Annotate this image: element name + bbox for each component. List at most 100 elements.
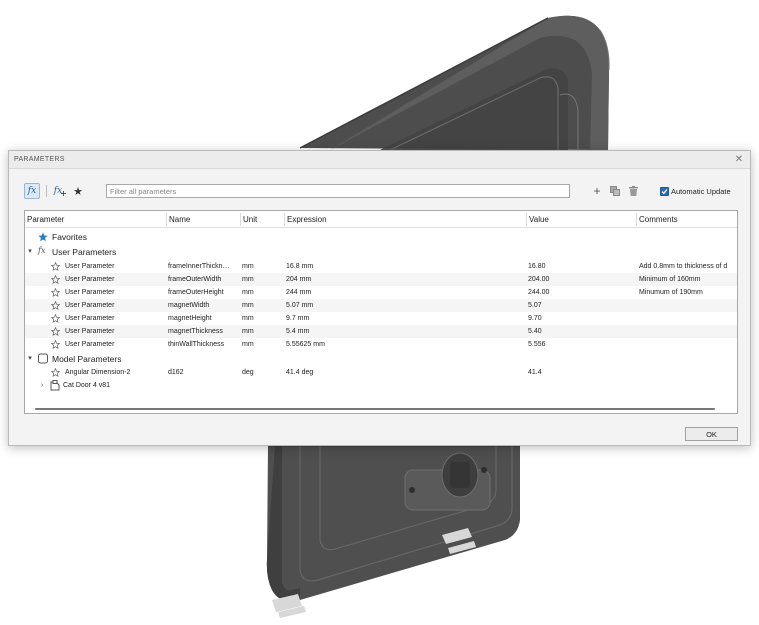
star-outline-icon[interactable] [51,368,60,377]
cell-name[interactable]: frameOuterHeight [168,286,239,299]
chevron-down-icon[interactable]: ▾ [26,245,34,258]
cell-value: 5.07 [528,302,542,309]
cell-parameter: User Parameter [65,341,115,348]
column-header-parameter[interactable]: Parameter [25,211,165,228]
automatic-update-checkbox[interactable] [660,186,669,196]
checkmark-icon [661,188,668,194]
component-row[interactable]: › Cat Door 4 v81 [25,379,737,392]
cell-unit: mm [242,263,254,270]
fx-icon[interactable]: fx [24,183,40,199]
cell-comment[interactable]: Minumum of 190mm [639,286,737,299]
cell-expression[interactable]: 244 mm [286,286,524,299]
favorite-star-icon [38,232,48,242]
cell-value: 204.00 [528,276,550,283]
cell-parameter: User Parameter [65,289,115,296]
group-user-parameters[interactable]: ▾ fx User Parameters [25,245,737,258]
group-label: User Parameters [52,247,117,257]
group-model-parameters[interactable]: ▾ Model Parameters [25,352,737,365]
copy-icon[interactable] [607,183,623,199]
cell-comment[interactable] [639,366,737,379]
cell-name[interactable]: magnetThickness [168,325,239,338]
cell-expression[interactable]: 9.7 mm [286,312,524,325]
table-row[interactable]: User Parameter frameOuterHeight mm 244 mm 24… [25,286,737,299]
component-label: Cat Door 4 v81 [63,382,111,389]
dialog-titlebar[interactable]: PARAMETERS ✕ [9,151,750,169]
fx-add-icon[interactable]: fx [52,183,68,199]
cell-value: 5.556 [528,341,546,348]
group-favorites[interactable]: Favorites [25,230,737,243]
cell-parameter: Angular Dimension-2 [65,369,131,376]
cell-parameter: User Parameter [65,302,115,309]
cell-expression[interactable]: 41.4 deg [286,366,524,379]
plus-icon[interactable]: + [589,183,605,199]
cell-comment[interactable]: Minimum of 160mm [639,273,737,286]
column-header-unit[interactable]: Unit [240,211,283,228]
automatic-update-toggle[interactable]: Automatic Update [660,185,731,197]
dialog-title: PARAMETERS [14,156,65,163]
cell-comment[interactable] [639,299,737,312]
automatic-update-label: Automatic Update [671,186,731,196]
parameters-table[interactable]: Parameter Name Unit Expression Value Com… [24,210,738,414]
cell-name[interactable]: frameInnerThickn… [168,260,239,273]
table-header: Parameter Name Unit Expression Value Com… [25,211,737,228]
column-header-comments[interactable]: Comments [636,211,737,228]
cell-expression[interactable]: 5.4 mm [286,325,524,338]
table-row[interactable]: Angular Dimension-2 d162 deg 41.4 deg 41.4 [25,366,737,379]
star-outline-icon[interactable] [51,275,60,284]
cat-door-model-bottom [266,445,520,602]
cat-door-model-top [299,15,610,151]
cube-icon [38,353,48,364]
star-outline-icon[interactable] [51,340,60,349]
fx-icon: fx [38,246,46,255]
table-row[interactable]: User Parameter frameInnerThickn… mm 16.8 mm… [25,260,737,273]
filter-input[interactable] [106,184,570,198]
horizontal-scrollbar[interactable] [35,408,715,410]
cell-comment[interactable] [639,312,737,325]
table-row[interactable]: User Parameter magnetHeight mm 9.7 mm 9.70 [25,312,737,325]
table-row[interactable]: User Parameter magnetThickness mm 5.4 mm 5.4… [25,325,737,338]
column-header-expression[interactable]: Expression [284,211,525,228]
cell-comment[interactable]: Add 0.8mm to thickness of d [639,260,737,273]
table-row[interactable]: User Parameter frameOuterWidth mm 204 mm 204… [25,273,737,286]
column-header-value[interactable]: Value [526,211,635,228]
ok-button[interactable]: OK [685,427,738,441]
cell-name[interactable]: thinWallThickness [168,338,239,351]
chevron-right-icon[interactable]: › [38,379,46,392]
cell-unit: mm [242,341,254,348]
cell-name[interactable]: magnetWidth [168,299,239,312]
cell-name[interactable]: magnetHeight [168,312,239,325]
group-label: Favorites [52,232,87,242]
trash-icon[interactable] [625,183,641,199]
toolbar-divider [46,185,47,197]
component-icon [50,380,60,391]
cell-unit: mm [242,289,254,296]
star-outline-icon[interactable] [51,301,60,310]
cell-comment[interactable] [639,338,737,351]
cell-comment[interactable] [639,325,737,338]
favorite-star-icon[interactable]: ★ [70,183,86,199]
star-outline-icon[interactable] [51,314,60,323]
column-header-name[interactable]: Name [166,211,239,228]
close-icon[interactable]: ✕ [733,154,745,166]
cell-expression[interactable]: 16.8 mm [286,260,524,273]
chevron-down-icon[interactable]: ▾ [26,352,34,365]
cell-value: 9.70 [528,315,542,322]
star-outline-icon[interactable] [51,327,60,336]
cell-value: 41.4 [528,369,542,376]
cell-value: 244.00 [528,289,550,296]
cell-expression[interactable]: 5.55625 mm [286,338,524,351]
cell-name[interactable]: d162 [168,366,239,379]
cell-parameter: User Parameter [65,328,115,335]
cell-name[interactable]: frameOuterWidth [168,273,239,286]
table-row[interactable]: User Parameter thinWallThickness mm 5.55625… [25,338,737,351]
table-row[interactable]: User Parameter magnetWidth mm 5.07 mm 5.07 [25,299,737,312]
cell-expression[interactable]: 5.07 mm [286,299,524,312]
cell-unit: mm [242,276,254,283]
cell-parameter: User Parameter [65,276,115,283]
group-label: Model Parameters [52,354,122,364]
star-outline-icon[interactable] [51,262,60,271]
cell-parameter: User Parameter [65,315,115,322]
cell-expression[interactable]: 204 mm [286,273,524,286]
cell-unit: mm [242,328,254,335]
star-outline-icon[interactable] [51,288,60,297]
